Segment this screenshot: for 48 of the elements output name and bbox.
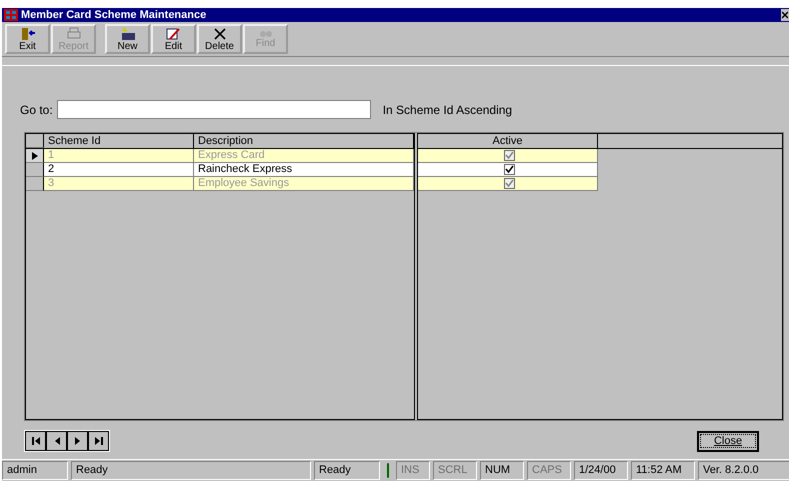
goto-label: Go to: bbox=[20, 102, 53, 116]
status-panel: INS bbox=[396, 461, 430, 480]
sort-order-label: In Scheme Id Ascending bbox=[382, 102, 512, 116]
row-selector[interactable] bbox=[26, 149, 44, 163]
skip-end-icon bbox=[94, 437, 102, 445]
toolbar-button[interactable]: Delete bbox=[197, 24, 242, 54]
status-panel: 1/24/00 bbox=[574, 461, 628, 480]
toolbar-button[interactable]: Exit bbox=[5, 24, 50, 54]
pointer-icon bbox=[32, 152, 38, 160]
app-icon bbox=[4, 9, 18, 21]
status-panel: admin bbox=[2, 461, 68, 480]
status-panel: Ver. 8.2.0.0 bbox=[698, 461, 789, 480]
table-cell: 2 bbox=[44, 163, 194, 177]
cross-icon bbox=[212, 26, 228, 40]
close-button[interactable]: Close bbox=[697, 430, 759, 452]
door-icon bbox=[20, 26, 36, 40]
status-panel: CAPS bbox=[527, 461, 571, 480]
status-panel: SCRL bbox=[433, 461, 477, 480]
first-record-button[interactable] bbox=[25, 431, 46, 451]
table-cell: Express Card bbox=[194, 149, 414, 163]
checkbox[interactable] bbox=[504, 150, 515, 161]
next-record-button[interactable] bbox=[67, 431, 88, 451]
table-cell: 3 bbox=[44, 177, 194, 191]
right-triangle-icon bbox=[74, 437, 82, 445]
status-panel: Ready bbox=[314, 461, 380, 480]
row-selector[interactable] bbox=[26, 177, 44, 191]
toolbar-button[interactable]: Edit bbox=[151, 24, 196, 54]
toolbar-button[interactable]: New bbox=[105, 24, 150, 54]
checkbox[interactable] bbox=[504, 164, 515, 175]
last-record-button[interactable] bbox=[88, 431, 109, 451]
left-triangle-icon bbox=[52, 437, 60, 445]
row-selector[interactable] bbox=[26, 163, 44, 177]
close-icon[interactable] bbox=[781, 9, 789, 21]
window-title: Member Card Scheme Maintenance bbox=[21, 9, 206, 21]
table-cell: Raincheck Express bbox=[194, 163, 414, 177]
pencil-icon bbox=[166, 26, 182, 40]
checkbox[interactable] bbox=[504, 178, 515, 189]
goto-field[interactable] bbox=[56, 100, 371, 119]
table-cell: 1 bbox=[44, 149, 194, 163]
status-panel: NUM bbox=[480, 461, 524, 480]
printer-icon bbox=[66, 26, 82, 40]
new-icon bbox=[120, 26, 136, 40]
previous-record-button[interactable] bbox=[46, 431, 67, 451]
status-indicator-icon bbox=[387, 463, 389, 478]
status-panel: 11:52 AM bbox=[631, 461, 695, 480]
skip-start-icon bbox=[32, 437, 40, 445]
status-panel: Ready bbox=[71, 461, 311, 480]
table-cell: Employee Savings bbox=[194, 177, 414, 191]
